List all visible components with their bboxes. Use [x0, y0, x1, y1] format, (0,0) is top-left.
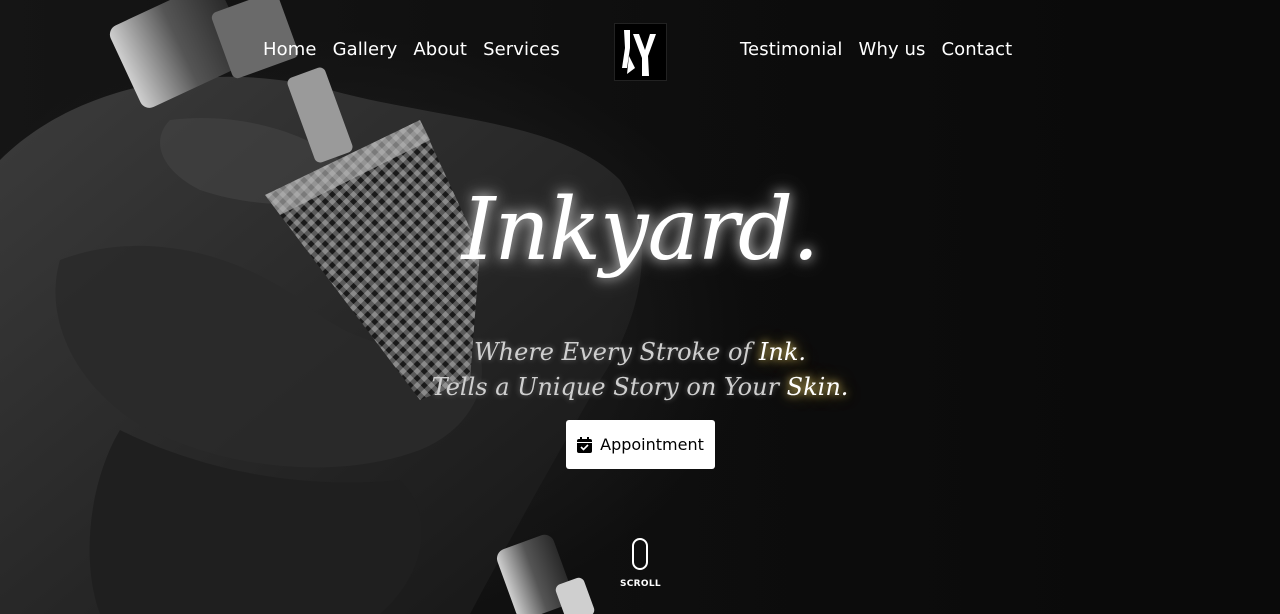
nav-link-about[interactable]: About [413, 39, 467, 60]
appointment-button-label: Appointment [600, 435, 704, 454]
hero-tagline-line-1: Where Every Stroke of Ink. [0, 338, 1280, 366]
iy-monogram-icon [622, 30, 656, 76]
nav-link-contact[interactable]: Contact [942, 39, 1013, 60]
brand-logo[interactable] [614, 23, 667, 81]
calendar-check-icon [577, 436, 593, 453]
mouse-icon [632, 538, 648, 570]
hero-section: Home Gallery About Services Testimonial … [0, 0, 1280, 614]
scroll-indicator[interactable]: SCROLL [620, 538, 661, 589]
tagline-line-1-text: Where Every Stroke of [473, 338, 759, 366]
nav-link-home[interactable]: Home [263, 39, 317, 60]
nav-link-gallery[interactable]: Gallery [333, 39, 398, 60]
hero-title: Inkyard. [461, 180, 820, 280]
tagline-accent-ink: Ink. [758, 338, 807, 366]
nav-right-group: Testimonial Why us Contact [740, 39, 1012, 60]
tagline-accent-skin: Skin. [786, 373, 849, 401]
tagline-line-2-text: Tells a Unique Story on Your [431, 373, 787, 401]
hero-background-photo [0, 0, 1280, 614]
appointment-button[interactable]: Appointment [566, 420, 715, 469]
scroll-label: SCROLL [620, 579, 661, 589]
nav-link-services[interactable]: Services [483, 39, 560, 60]
hero-tagline-line-2: Tells a Unique Story on Your Skin. [0, 373, 1280, 401]
nav-link-why-us[interactable]: Why us [859, 39, 926, 60]
nav-left-group: Home Gallery About Services [263, 39, 560, 60]
nav-link-testimonial[interactable]: Testimonial [740, 39, 843, 60]
